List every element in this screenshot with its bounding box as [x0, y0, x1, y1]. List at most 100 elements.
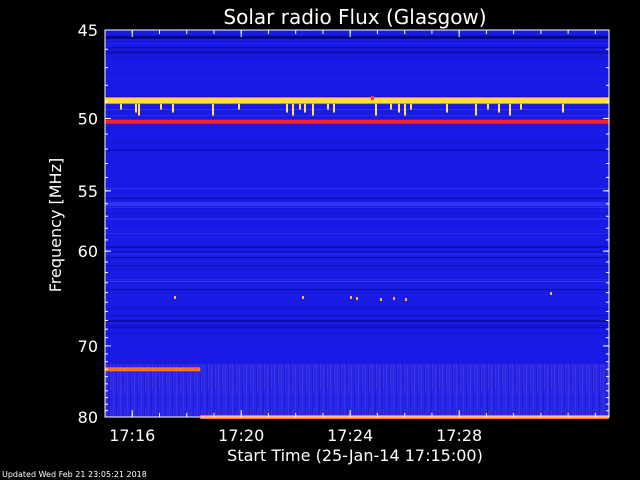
dot: [393, 297, 395, 300]
spectrogram-chart: Solar radio Flux (Glasgow) 455055607080 …: [2, 5, 610, 479]
y-tick-label: 55: [78, 182, 98, 201]
channel-band: [105, 96, 609, 97]
y-tick-label: 50: [78, 109, 98, 128]
dot: [405, 298, 407, 301]
channel-band: [105, 149, 609, 150]
channel-band: [105, 230, 609, 231]
emission-band-edge: [105, 97, 609, 99]
channel-band: [105, 188, 609, 189]
channel-band: [105, 213, 609, 214]
x-axis-label: Start Time (25-Jan-14 17:15:00): [227, 446, 483, 465]
dot: [380, 298, 382, 301]
channel-band: [105, 150, 609, 151]
dot: [302, 296, 304, 299]
channel-band: [105, 78, 609, 79]
channel-band: [105, 246, 609, 248]
dot: [350, 296, 352, 299]
channel-band: [105, 203, 609, 205]
y-tick-label: 80: [78, 408, 98, 427]
channel-band: [105, 289, 609, 290]
spike: [304, 103, 306, 113]
spike: [475, 103, 477, 116]
spike: [135, 103, 137, 113]
spike: [299, 103, 301, 110]
channel-band: [105, 281, 609, 282]
spike: [390, 103, 392, 110]
channel-band: [105, 257, 609, 258]
spike: [333, 103, 335, 113]
channel-band: [105, 261, 609, 262]
lower-noise-region: [105, 364, 609, 417]
channel-band: [105, 321, 609, 322]
spike: [312, 103, 314, 116]
dark-band: [105, 35, 609, 39]
channel-band: [105, 43, 609, 44]
x-tick-label: 17:20: [218, 426, 264, 445]
channel-band: [105, 325, 609, 326]
spike: [446, 103, 448, 113]
channel-band: [105, 205, 609, 206]
spike: [487, 103, 489, 110]
spike: [172, 103, 174, 113]
channel-band: [105, 115, 609, 116]
emission-band: [105, 98, 609, 104]
spike: [292, 103, 294, 116]
spike: [498, 103, 500, 113]
channel-band: [105, 47, 609, 48]
plot-area: [104, 29, 610, 419]
channel-band: [105, 202, 609, 203]
spike: [327, 103, 329, 110]
channel-band: [105, 48, 609, 49]
channel-band: [105, 315, 609, 316]
channel-band: [105, 333, 609, 334]
channel-band: [105, 284, 609, 285]
updated-timestamp: Updated Wed Feb 21 23:05:21 2018: [2, 470, 147, 479]
spike: [520, 103, 522, 110]
spectrogram-background: [105, 30, 609, 417]
y-axis-label: Frequency [MHz]: [46, 158, 65, 292]
x-tick-label: 17:16: [109, 426, 155, 445]
channel-band: [105, 254, 609, 255]
channel-band: [105, 268, 609, 270]
dot: [174, 296, 176, 299]
channel-band: [105, 164, 609, 165]
channel-band: [105, 301, 609, 302]
spike: [404, 103, 406, 116]
spike: [398, 103, 400, 113]
channel-band: [105, 53, 609, 55]
spike: [562, 103, 564, 113]
channel-band: [105, 279, 609, 280]
dot: [356, 297, 358, 300]
channel-band: [105, 85, 609, 86]
channel-band: [105, 51, 609, 53]
dot: [371, 96, 374, 100]
spike: [410, 103, 412, 110]
emission-band-edge: [105, 103, 609, 105]
channel-band: [105, 56, 609, 57]
channel-band: [105, 251, 609, 252]
channel-band: [105, 277, 609, 279]
channel-band: [105, 195, 609, 196]
channel-band: [105, 207, 609, 208]
channel-band: [105, 327, 609, 328]
x-tick-label: 17:24: [327, 426, 373, 445]
chart-title: Solar radio Flux (Glasgow): [223, 5, 486, 29]
channel-band: [105, 294, 609, 295]
channel-band: [105, 233, 609, 234]
channel-band: [105, 265, 609, 266]
spike: [286, 103, 288, 113]
spike: [212, 103, 214, 116]
noise-region: [105, 364, 609, 417]
dot: [550, 292, 552, 295]
channel-band: [105, 109, 609, 110]
y-tick-label: 45: [78, 21, 98, 40]
channel-band: [105, 142, 609, 143]
emission-band: [105, 119, 609, 124]
spike: [238, 103, 240, 110]
channel-band: [105, 104, 609, 105]
channel-band: [105, 128, 609, 129]
spike: [160, 103, 162, 110]
x-tick-label: 17:28: [436, 426, 482, 445]
y-tick-label: 60: [78, 242, 98, 261]
spike: [138, 103, 140, 116]
